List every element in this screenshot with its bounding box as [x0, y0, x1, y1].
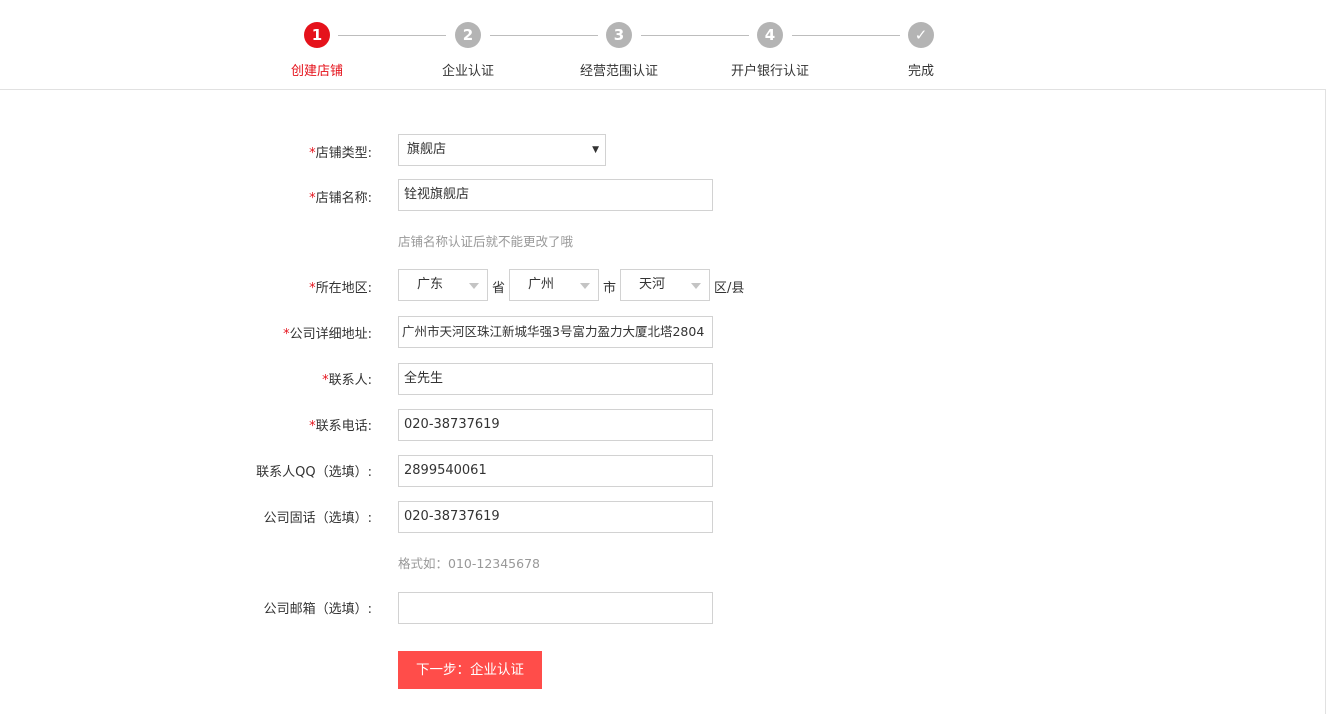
step-complete: ✓ 完成 [851, 22, 991, 79]
dropdown-arrow-icon [469, 283, 479, 289]
district-select[interactable]: 天河 [620, 269, 710, 301]
email-input[interactable] [398, 592, 713, 624]
step-number: 2 [455, 22, 481, 48]
city-select[interactable]: 广州 [509, 269, 599, 301]
step-label: 企业认证 [441, 64, 494, 79]
shop-name-label: *店铺名称: [309, 191, 372, 206]
check-icon: ✓ [908, 22, 934, 48]
landline-hint: 格式如：010-12345678 [398, 556, 540, 571]
landline-input[interactable]: 020-38737619 [398, 501, 713, 533]
qq-input[interactable]: 2899540061 [398, 455, 713, 487]
step-label: 经营范围认证 [579, 64, 658, 79]
step-create-shop: 1 创建店铺 [247, 22, 387, 79]
dropdown-arrow-icon: ▼ [592, 145, 599, 155]
shop-name-input[interactable]: 铨视旗舰店 [398, 179, 713, 211]
address-label: *公司详细地址: [283, 327, 372, 342]
landline-label: 公司固话（选填）: [263, 511, 372, 526]
shop-type-select[interactable]: 旗舰店 ▼ [398, 134, 606, 166]
step-enterprise-auth: 2 企业认证 [398, 22, 538, 79]
district-unit: 区/县 [714, 281, 745, 296]
dropdown-arrow-icon [691, 283, 701, 289]
region-label: *所在地区: [309, 281, 372, 296]
next-step-button[interactable]: 下一步：企业认证 [398, 651, 542, 689]
contact-input[interactable]: 全先生 [398, 363, 713, 395]
province-unit: 省 [492, 281, 506, 296]
email-label: 公司邮箱（选填）: [263, 602, 372, 617]
step-bank-auth: 4 开户银行认证 [700, 22, 840, 79]
dropdown-arrow-icon [580, 283, 590, 289]
shop-type-label: *店铺类型: [309, 146, 372, 161]
step-number: 3 [606, 22, 632, 48]
step-number: 4 [757, 22, 783, 48]
city-unit: 市 [603, 281, 617, 296]
province-select[interactable]: 广东 [398, 269, 488, 301]
phone-input[interactable]: 020-38737619 [398, 409, 713, 441]
step-number: 1 [304, 22, 330, 48]
qq-label: 联系人QQ（选填）: [256, 465, 372, 480]
phone-label: *联系电话: [309, 419, 372, 434]
step-label: 创建店铺 [290, 64, 343, 79]
contact-label: *联系人: [322, 373, 372, 388]
address-input[interactable]: 广州市天河区珠江新城华强3号富力盈力大厦北塔2804 [398, 316, 713, 348]
step-business-scope-auth: 3 经营范围认证 [549, 22, 689, 79]
shop-type-value: 旗舰店 [407, 142, 447, 157]
step-label: 开户银行认证 [730, 64, 809, 79]
progress-stepper: 1 创建店铺 2 企业认证 3 经营范围认证 4 开户银行认证 ✓ 完成 [0, 0, 1330, 90]
step-label: 完成 [907, 64, 934, 79]
shop-name-hint: 店铺名称认证后就不能更改了哦 [398, 234, 574, 249]
